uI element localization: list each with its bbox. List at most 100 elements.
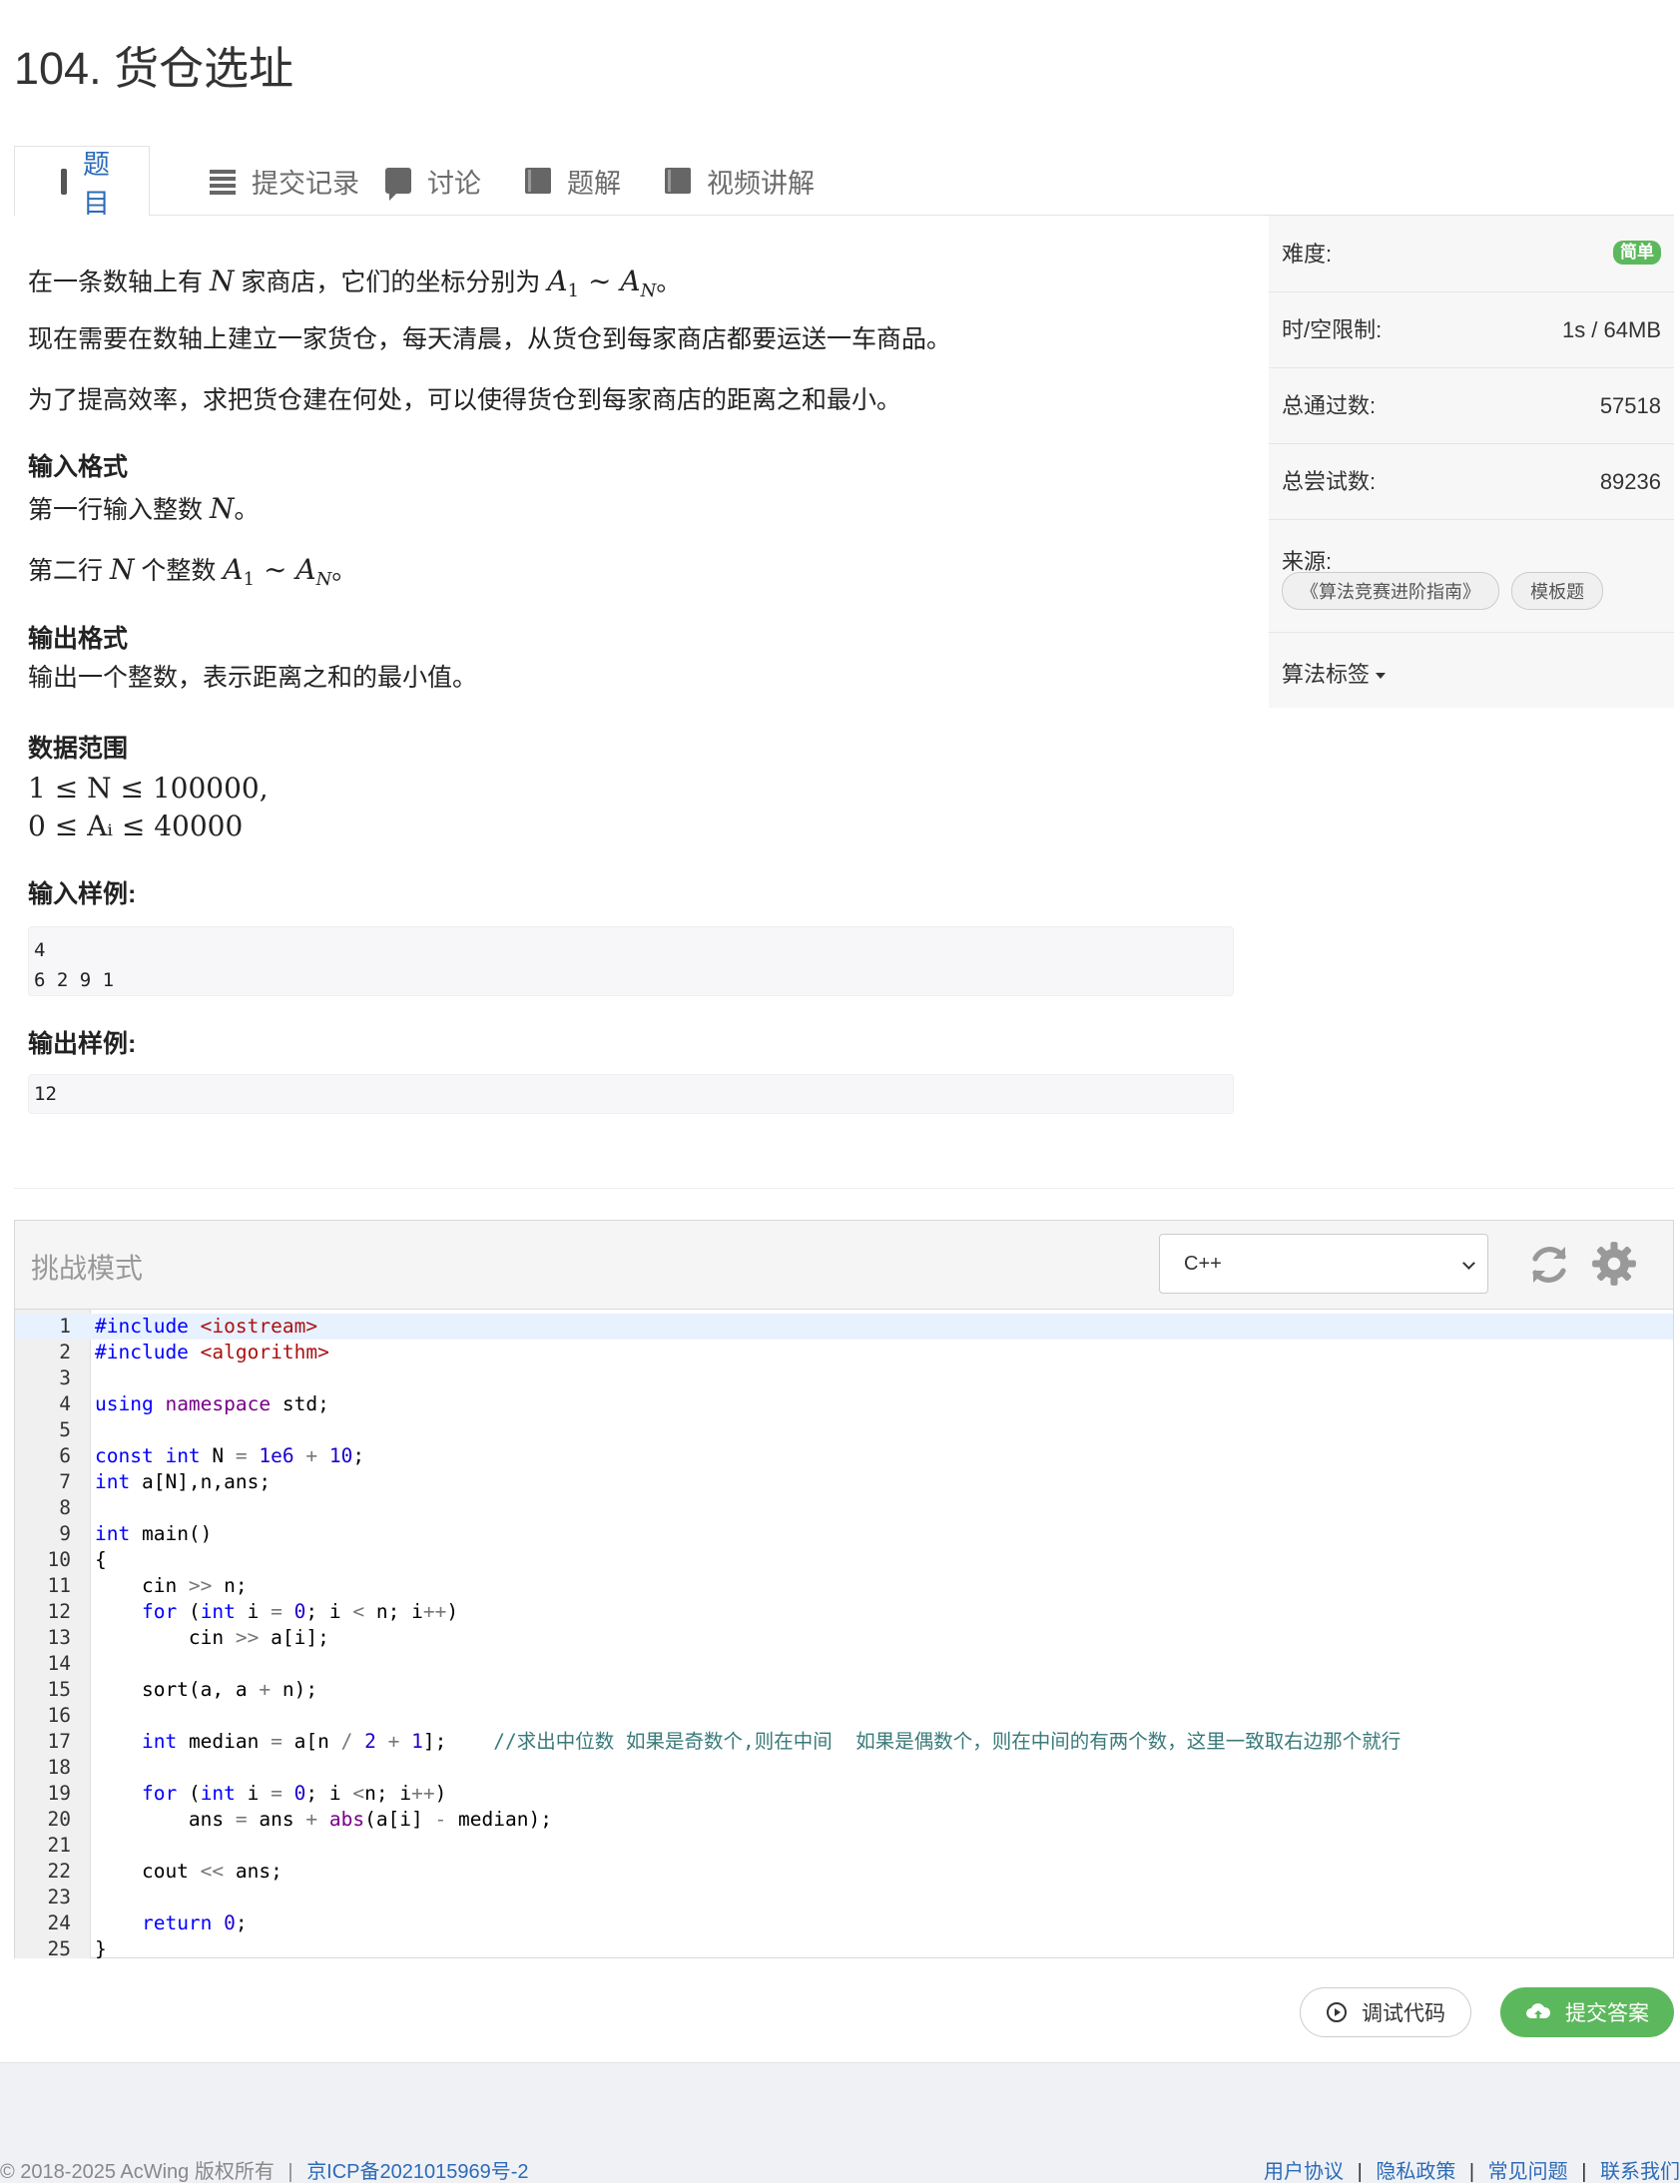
- line-number: 8: [59, 1496, 71, 1519]
- passed-value: 57518: [1599, 393, 1661, 418]
- refresh-icon[interactable]: [1525, 1241, 1573, 1289]
- page-footer: © 2018-2025 AcWing 版权所有 | 京ICP备202101596…: [0, 2062, 1680, 2183]
- code-line[interactable]: 2 #include <algorithm>: [15, 1340, 1673, 1365]
- challenge-mode-label: 挑战模式: [31, 1253, 144, 1284]
- code-line[interactable]: 9 int main(): [15, 1521, 1673, 1547]
- line-number: 12: [47, 1600, 71, 1623]
- code-text: #include <iostream>: [95, 1315, 318, 1338]
- code-editor-panel: 挑战模式 C++ 1 #include <iostream> 2 #include <…: [14, 1220, 1674, 1958]
- tab-problem[interactable]: 题目: [14, 146, 150, 219]
- input-format-line-1: 第一行输入整数 N。: [28, 492, 260, 525]
- code-area[interactable]: 1 #include <iostream> 2 #include <algorithm…: [15, 1310, 1673, 1958]
- code-text: const int N = 1e6 + 10;: [95, 1444, 365, 1467]
- section-divider: [14, 1188, 1674, 1189]
- document-icon: [61, 168, 67, 195]
- line-number: 17: [47, 1730, 71, 1753]
- code-line[interactable]: 4 using namespace std;: [15, 1391, 1673, 1417]
- difficulty-label: 难度:: [1282, 242, 1333, 267]
- line-number: 24: [47, 1911, 71, 1934]
- code-line[interactable]: 24 return 0;: [15, 1911, 1673, 1936]
- sample-input-line: 4: [34, 939, 46, 961]
- source-row: 来源: 《算法竞赛进阶指南》 模板题: [1269, 520, 1674, 633]
- code-line[interactable]: 23: [15, 1885, 1673, 1911]
- line-number: 13: [47, 1626, 71, 1649]
- code-text: }: [95, 1937, 107, 1958]
- passed-label: 总通过数:: [1282, 393, 1377, 418]
- footer-link-terms[interactable]: 用户协议: [1264, 2161, 1344, 2183]
- chevron-down-icon: [1462, 1257, 1475, 1270]
- code-line[interactable]: 25}: [15, 1936, 1673, 1958]
- line-number: 20: [47, 1808, 71, 1831]
- sample-input-block: 4 6 2 9 1: [28, 926, 1234, 996]
- code-line[interactable]: 19 for (int i = 0; i <n; i++): [15, 1781, 1673, 1807]
- debug-code-button[interactable]: 调试代码: [1300, 1987, 1471, 2037]
- footer-separator: |: [1468, 2161, 1475, 2183]
- code-text: for (int i = 0; i <n; i++): [141, 1782, 447, 1805]
- sample-output-line: 12: [34, 1083, 57, 1105]
- icp-link[interactable]: 京ICP备2021015969号-2: [306, 2161, 528, 2183]
- sample-output-heading: 输出样例:: [28, 1030, 137, 1058]
- code-line[interactable]: 18: [15, 1755, 1673, 1781]
- code-line[interactable]: 12 for (int i = 0; i < n; i++): [15, 1599, 1673, 1625]
- tab-video[interactable]: 视频讲解: [619, 146, 860, 216]
- page-title: 104. 货仓选址: [14, 43, 294, 94]
- line-number: 4: [59, 1392, 71, 1415]
- line-number: 9: [59, 1522, 71, 1545]
- footer-separator: |: [287, 2161, 293, 2183]
- language-select-value: C++: [1184, 1253, 1222, 1275]
- code-line[interactable]: 8: [15, 1495, 1673, 1521]
- data-range-line-1: 1 ≤ N ≤ 100000,: [28, 772, 269, 805]
- footer-link-faq[interactable]: 常见问题: [1488, 2161, 1568, 2183]
- algorithm-tags-toggle[interactable]: 算法标签: [1282, 657, 1387, 689]
- code-text: return 0;: [141, 1911, 248, 1934]
- code-line[interactable]: 11 cin >> n;: [15, 1573, 1673, 1599]
- line-number: 2: [59, 1341, 71, 1364]
- code-line[interactable]: 22 cout << ans;: [15, 1859, 1673, 1885]
- problem-paragraph-1: 在一条数轴上有 N 家商店，它们的坐标分别为 A1 ∼ AN。: [28, 265, 682, 301]
- code-line[interactable]: 10 {: [15, 1547, 1673, 1573]
- code-line[interactable]: 16: [15, 1703, 1673, 1729]
- source-tag[interactable]: 模板题: [1511, 572, 1604, 610]
- line-number: 14: [47, 1652, 71, 1675]
- input-format-heading: 输入格式: [28, 453, 129, 481]
- footer-separator: |: [1357, 2161, 1363, 2183]
- code-line[interactable]: 6 const int N = 1e6 + 10;: [15, 1443, 1673, 1469]
- difficulty-badge: 简单: [1613, 241, 1661, 265]
- code-text: sort(a, a + n);: [95, 1678, 318, 1701]
- code-text: for (int i = 0; i < n; i++): [141, 1600, 459, 1623]
- copyright-text: © 2018-2025 AcWing 版权所有: [0, 2161, 275, 2183]
- footer-copyright: © 2018-2025 AcWing 版权所有 | 京ICP备202101596…: [0, 2155, 529, 2184]
- language-select[interactable]: C++: [1159, 1234, 1488, 1294]
- line-number: 5: [59, 1418, 71, 1441]
- code-line[interactable]: 1 #include <iostream>: [15, 1314, 1673, 1340]
- passed-row: 总通过数: 57518: [1269, 368, 1674, 444]
- footer-link-contact[interactable]: 联系我们: [1600, 2161, 1680, 2183]
- code-line[interactable]: 3: [15, 1365, 1673, 1391]
- output-format-line: 输出一个整数，表示距离之和的最小值。: [28, 664, 478, 692]
- caret-down-icon: [1376, 673, 1387, 680]
- code-line[interactable]: 21: [15, 1833, 1673, 1859]
- debug-code-label: 调试代码: [1362, 2002, 1445, 2025]
- code-line[interactable]: 20 ans = ans + abs(a[i] - median);: [15, 1807, 1673, 1833]
- footer-link-privacy[interactable]: 隐私政策: [1376, 2161, 1455, 2183]
- gear-icon[interactable]: [1589, 1239, 1639, 1289]
- tried-row: 总尝试数: 89236: [1269, 444, 1674, 520]
- line-number: 19: [47, 1782, 71, 1805]
- code-line[interactable]: 14: [15, 1651, 1673, 1677]
- line-number: 6: [59, 1444, 71, 1467]
- code-line[interactable]: 7 int a[N],n,ans;: [15, 1469, 1673, 1495]
- footer-links: 用户协议 | 隐私政策 | 常见问题 | 联系我们: [1264, 2155, 1680, 2184]
- source-tag[interactable]: 《算法竞赛进阶指南》: [1282, 572, 1499, 610]
- submit-answer-label: 提交答案: [1565, 2002, 1649, 2025]
- code-text: int main(): [95, 1522, 213, 1545]
- play-circle-icon: [1327, 2002, 1347, 2022]
- code-line[interactable]: 5: [15, 1417, 1673, 1443]
- footer-separator: |: [1581, 2161, 1587, 2183]
- tab-label: 讨论: [427, 168, 481, 199]
- code-line[interactable]: 15 sort(a, a + n);: [15, 1677, 1673, 1703]
- data-range-heading: 数据范围: [28, 735, 129, 763]
- code-line[interactable]: 13 cin >> a[i];: [15, 1625, 1673, 1651]
- submit-answer-button[interactable]: 提交答案: [1500, 1987, 1674, 2037]
- problem-info-panel: 难度: 简单 时/空限制: 1s / 64MB 总通过数: 57518 总尝试数…: [1269, 216, 1674, 708]
- code-line[interactable]: 17 int median = a[n / 2 + 1]; //求出中位数 如果…: [15, 1729, 1673, 1755]
